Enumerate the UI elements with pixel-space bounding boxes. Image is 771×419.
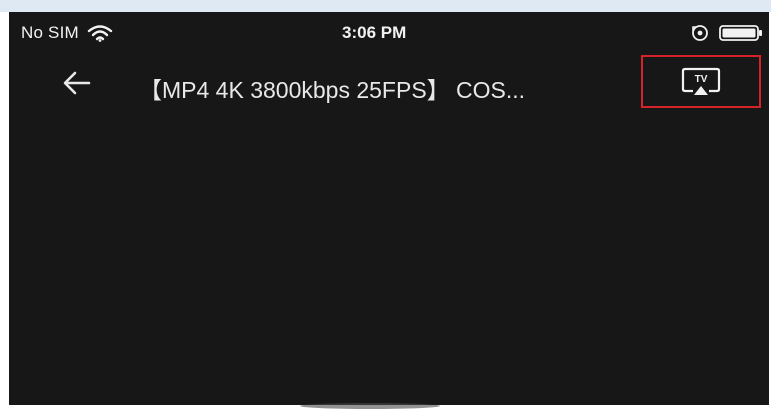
tv-cast-icon: TV bbox=[681, 67, 721, 95]
navigation-bar: 【MP4 4K 3800kbps 25FPS】 COS... TV bbox=[9, 52, 769, 114]
status-bar: No SIM 3:06 PM bbox=[9, 12, 769, 52]
carrier-label: No SIM bbox=[21, 23, 79, 42]
tv-cast-icon-label: TV bbox=[695, 74, 708, 85]
video-title: 【MP4 4K 3800kbps 25FPS】 COS... bbox=[139, 77, 526, 103]
video-player-screen: No SIM 3:06 PM 【MP4 4K 3800kbps 25FPS】 C… bbox=[9, 12, 769, 405]
back-button[interactable] bbox=[59, 66, 95, 100]
wifi-icon bbox=[87, 25, 113, 42]
arrow-left-icon bbox=[63, 71, 91, 95]
orientation-lock-icon bbox=[692, 25, 708, 41]
carrier-status: No SIM bbox=[21, 23, 113, 43]
battery-icon bbox=[719, 25, 762, 41]
device-shadow bbox=[300, 403, 440, 409]
tv-cast-button[interactable]: TV bbox=[641, 55, 761, 108]
status-time: 3:06 PM bbox=[342, 23, 407, 42]
page-top-strip bbox=[0, 0, 771, 12]
